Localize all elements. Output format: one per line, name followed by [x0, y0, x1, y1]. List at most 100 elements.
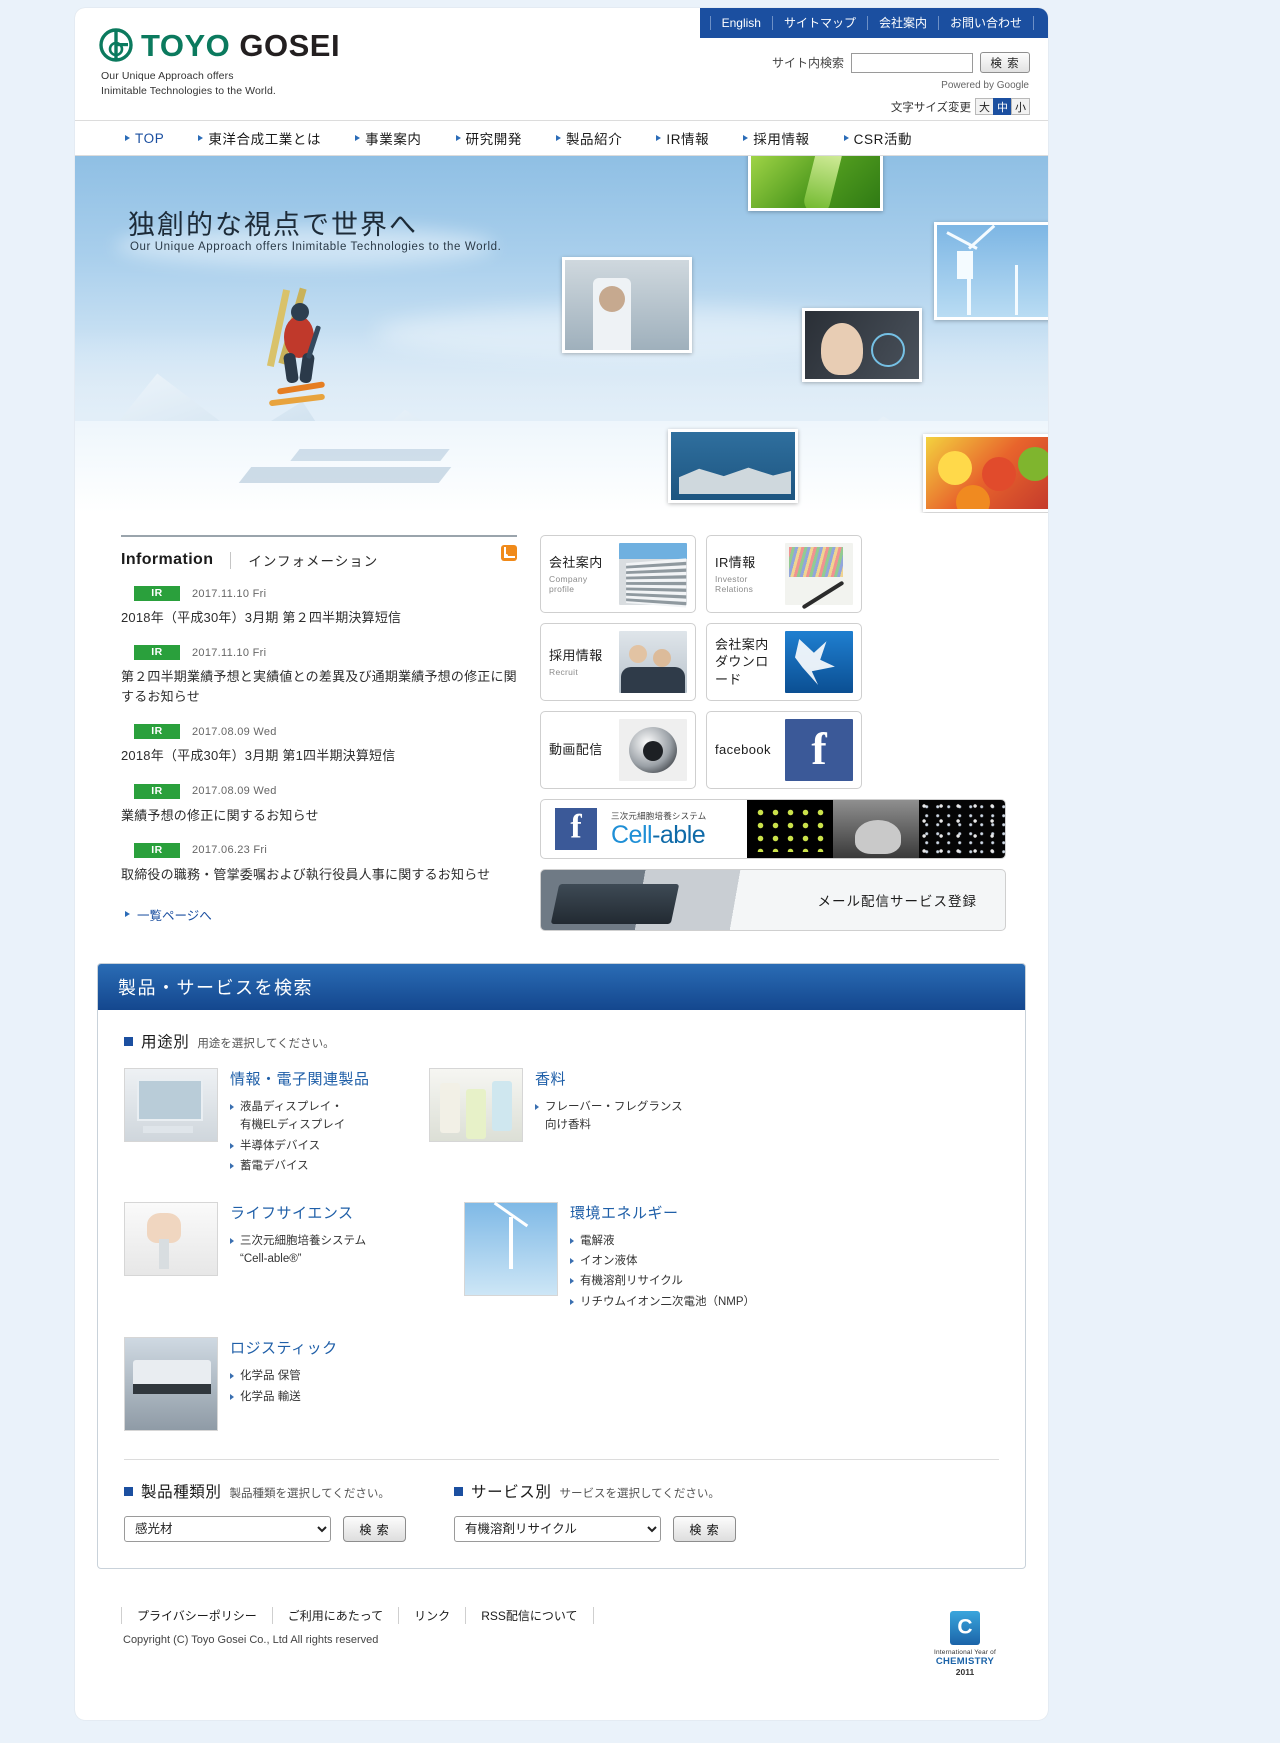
use-link-item[interactable]: 電解液	[570, 1232, 769, 1250]
news-item[interactable]: IR 2017.11.10 Fri 第２四半期業績予想と実績値との差異及び通期業…	[121, 645, 517, 707]
news-item[interactable]: IR 2017.08.09 Wed 2018年（平成30年）3月期 第1四半期決…	[121, 724, 517, 766]
tile-company-download[interactable]: 会社案内 ダウンロード	[706, 623, 862, 701]
news-title[interactable]: 業績予想の修正に関するお知らせ	[121, 806, 517, 826]
use-link-item[interactable]: イオン液体	[570, 1252, 769, 1270]
tile-text: 会社案内 ダウンロード	[715, 636, 779, 689]
news-date: 2017.06.23 Fri	[192, 844, 268, 857]
use-link-item[interactable]: リチウムイオン二次電池（NMP）	[570, 1293, 769, 1311]
hero-snow-shadow	[290, 449, 450, 461]
tile-video[interactable]: 動画配信	[540, 711, 696, 789]
select-filters: 製品種類別 製品種類を選択してください。 感光材 検 索 サービス別 サービスを…	[124, 1480, 999, 1543]
use-title[interactable]: ライフサイエンス	[230, 1202, 464, 1223]
chevron-right-icon	[230, 1142, 234, 1149]
search-input[interactable]	[851, 52, 973, 73]
product-search-title: 製品・サービスを検索	[98, 964, 1025, 1010]
nav-label-about: 東洋合成工業とは	[208, 132, 322, 147]
chevron-right-icon	[230, 1104, 234, 1110]
nav-label-top: TOP	[135, 130, 165, 146]
rss-icon[interactable]	[501, 545, 517, 561]
util-link-sitemap[interactable]: サイトマップ	[771, 16, 867, 30]
use-link-item[interactable]: 液晶ディスプレイ・ 有機ELディスプレイ	[230, 1098, 429, 1135]
footer-link-terms[interactable]: ご利用にあたって	[271, 1607, 398, 1625]
information-heading-en: Information	[121, 551, 214, 568]
iyc-line-2: CHEMISTRY	[935, 1656, 995, 1668]
footer-link-links[interactable]: リンク	[398, 1607, 465, 1625]
tile-facebook[interactable]: facebook	[706, 711, 862, 789]
bottles-photo-icon[interactable]	[429, 1068, 523, 1142]
chevron-right-icon	[656, 135, 662, 141]
service-heading-big: サービス別	[471, 1484, 552, 1502]
use-link-item[interactable]: 半導体デバイス	[230, 1137, 429, 1155]
use-link-item[interactable]: 三次元細胞培養システム “Cell-able®”	[230, 1232, 464, 1269]
nav-item-rd[interactable]: 研究開発	[455, 128, 522, 148]
nav-item-csr[interactable]: CSR活動	[843, 128, 913, 148]
news-category-badge: IR	[134, 842, 180, 858]
use-link-item[interactable]: 化学品 輸送	[230, 1388, 429, 1406]
chevron-right-icon	[230, 1237, 234, 1244]
use-section-label: 用途別 用途を選択してください。	[124, 1030, 999, 1052]
news-meta: IR 2017.08.09 Wed	[121, 724, 517, 740]
nav-item-ir[interactable]: IR情報	[656, 128, 709, 148]
hero-photo-plant	[668, 429, 798, 503]
footer-link-rss[interactable]: RSS配信について	[465, 1607, 594, 1625]
hand-photo-icon[interactable]	[124, 1201, 218, 1276]
news-item[interactable]: IR 2017.08.09 Wed 業績予想の修正に関するお知らせ	[121, 783, 517, 826]
cell-fluorescence-photo	[919, 800, 1005, 858]
news-title[interactable]: 第２四半期業績予想と実績値との差異及び通期業績予想の修正に関するお知らせ	[121, 667, 517, 707]
nav-item-products[interactable]: 製品紹介	[555, 128, 622, 148]
news-date: 2017.11.10 Fri	[192, 646, 267, 659]
banner-cell-able[interactable]: 三次元細胞培養システム Cell-able	[540, 799, 1006, 859]
service-search-button[interactable]: 検 索	[673, 1516, 736, 1543]
news-title[interactable]: 2018年（平成30年）3月期 第２四半期決算短信	[121, 608, 517, 628]
nav-item-top[interactable]: TOP	[125, 131, 164, 146]
nav-item-business[interactable]: 事業案内	[355, 128, 421, 148]
hero-banner[interactable]: 独創的な視点で世界へ Our Unique Approach offers In…	[75, 156, 1048, 513]
product-type-search-button[interactable]: 検 索	[343, 1516, 406, 1543]
use-title[interactable]: 香料	[535, 1068, 734, 1089]
font-size-medium[interactable]: 中	[993, 98, 1012, 115]
util-link-contact[interactable]: お問い合わせ	[937, 16, 1034, 30]
windmill-photo-icon[interactable]	[464, 1201, 558, 1296]
product-type-select[interactable]: 感光材	[124, 1516, 331, 1543]
nav-item-recruit[interactable]: 採用情報	[743, 128, 809, 148]
util-link-company[interactable]: 会社案内	[866, 16, 938, 30]
use-link-item[interactable]: 化学品 保管	[230, 1367, 429, 1385]
news-title[interactable]: 取締役の職務・管掌委嘱および執行役員人事に関するお知らせ	[121, 865, 517, 885]
util-link-english[interactable]: English	[709, 16, 772, 30]
use-title[interactable]: ロジスティック	[230, 1337, 429, 1358]
monitor-photo-icon[interactable]	[124, 1068, 218, 1142]
news-meta: IR 2017.06.23 Fri	[121, 842, 517, 858]
nav-label-ir: IR情報	[666, 132, 710, 147]
chevron-right-icon	[230, 1163, 234, 1170]
news-item[interactable]: IR 2017.11.10 Fri 2018年（平成30年）3月期 第２四半期決…	[121, 586, 517, 628]
service-select[interactable]: 有機溶剤リサイクル	[454, 1516, 661, 1543]
site-logo[interactable]: TOYO GOSEI Our Unique Approach offers In…	[99, 28, 340, 99]
tile-ir[interactable]: IR情報 Investor Relations	[706, 535, 862, 613]
footer-link-privacy[interactable]: プライバシーポリシー	[121, 1607, 272, 1625]
use-link-item[interactable]: フレーバー・フレグランス 向け香料	[535, 1098, 734, 1135]
news-more-link[interactable]: 一覧ページへ	[121, 905, 517, 924]
tile-company-profile[interactable]: 会社案内 Company profile	[540, 535, 696, 613]
nav-label-recruit: 採用情報	[753, 132, 810, 147]
use-title[interactable]: 環境エネルギー	[570, 1202, 769, 1223]
font-size-small[interactable]: 小	[1011, 98, 1030, 115]
hero-photo-fruit	[923, 434, 1048, 512]
bullet-square-icon	[454, 1486, 463, 1496]
tagline-line-2: Inimitable Technologies to the World.	[101, 85, 276, 98]
font-size-large[interactable]: 大	[975, 98, 994, 115]
news-title[interactable]: 2018年（平成30年）3月期 第1四半期決算短信	[121, 746, 517, 766]
news-category-badge: IR	[134, 586, 180, 601]
search-button[interactable]: 検 索	[980, 52, 1030, 73]
water-splash-photo-icon	[785, 631, 853, 693]
truck-photo-icon[interactable]	[124, 1337, 218, 1432]
logo-text-toyo: TOYO	[141, 27, 231, 63]
tile-recruit[interactable]: 採用情報 Recruit	[540, 623, 696, 701]
hero-snow-shadow	[238, 467, 452, 483]
news-item[interactable]: IR 2017.06.23 Fri 取締役の職務・管掌委嘱および執行役員人事に関…	[121, 842, 517, 885]
banner-mail-service[interactable]: メール配信サービス登録	[540, 869, 1006, 931]
use-link-item[interactable]: 蓄電デバイス	[230, 1157, 429, 1175]
use-title[interactable]: 情報・電子関連製品	[230, 1068, 429, 1089]
page-container: TOYO GOSEI Our Unique Approach offers In…	[75, 8, 1048, 1720]
use-link-item[interactable]: 有機溶剤リサイクル	[570, 1272, 769, 1290]
nav-item-about[interactable]: 東洋合成工業とは	[198, 128, 321, 148]
